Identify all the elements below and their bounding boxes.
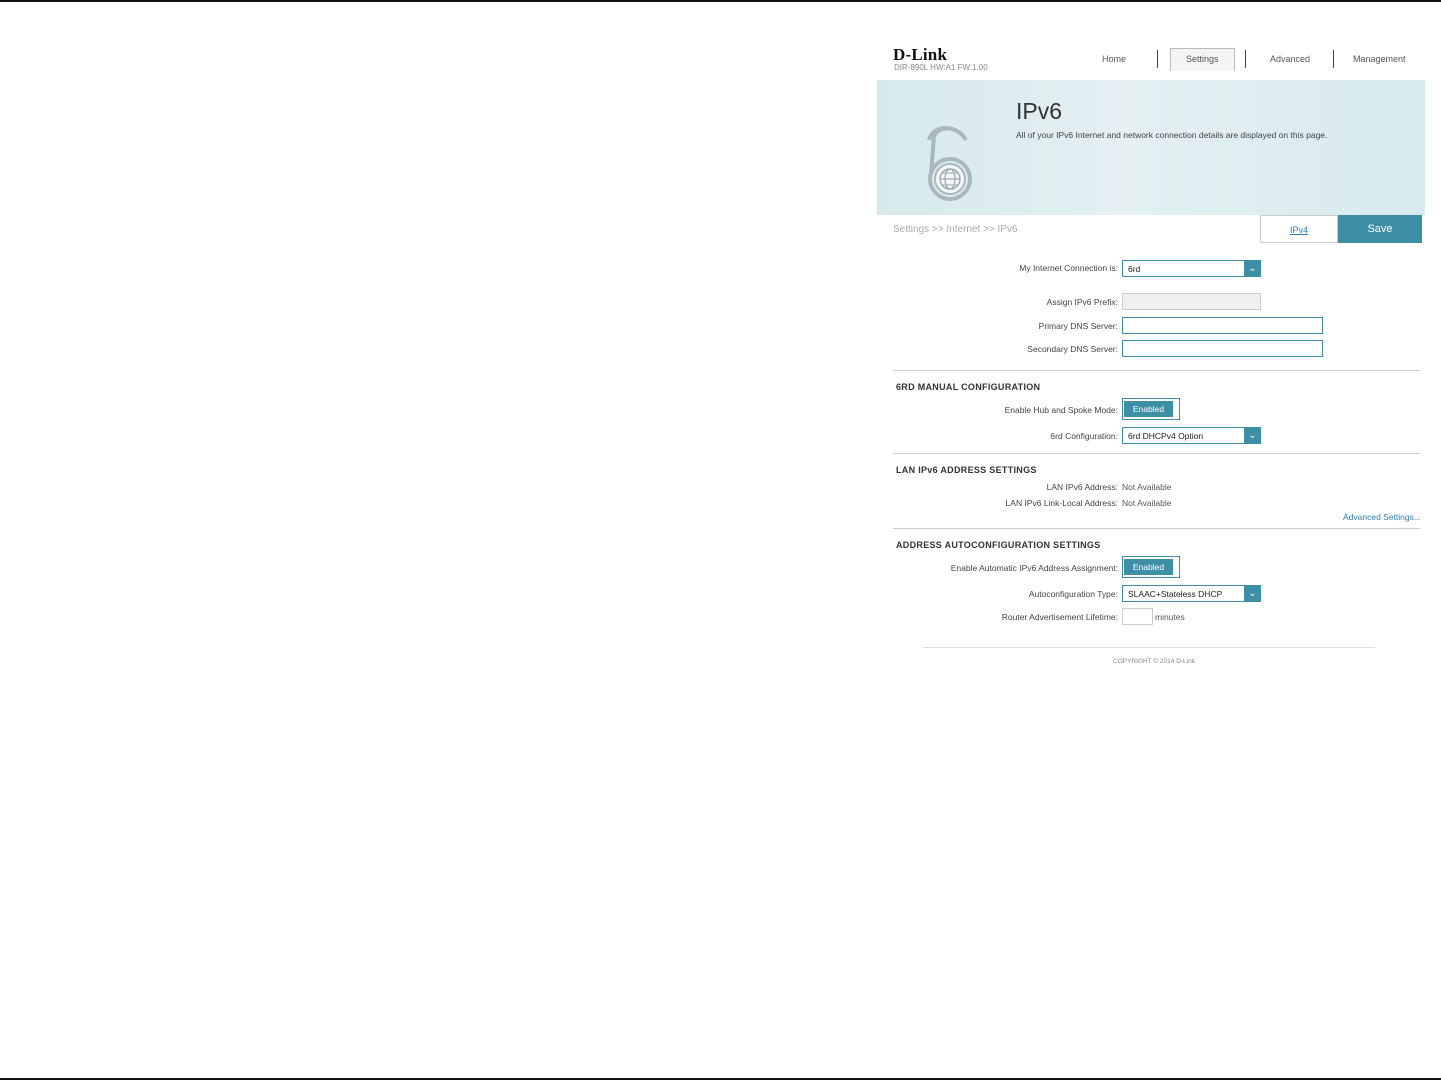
secondary-dns-input[interactable]: [1122, 340, 1323, 357]
ipv4-link-button[interactable]: IPv4: [1260, 215, 1338, 243]
ra-lifetime-input[interactable]: [1122, 608, 1153, 625]
connection-type-label: My Internet Connection is:: [1019, 263, 1118, 273]
section-divider: [893, 528, 1420, 529]
model-info: DIR-890L HW:A1 FW:1.00: [894, 63, 988, 72]
ra-lifetime-unit: minutes: [1155, 612, 1185, 622]
section-title-6rd: 6RD MANUAL CONFIGURATION: [896, 382, 1041, 392]
hub-spoke-toggle-state: Enabled: [1124, 401, 1173, 417]
auto-assign-toggle[interactable]: Enabled: [1122, 556, 1180, 578]
copyright-footer: COPYRIGHT © 2014 D-Link: [1113, 658, 1195, 665]
autoconfig-type-label: Autoconfiguration Type:: [1028, 589, 1118, 599]
nav-settings[interactable]: Settings: [1186, 54, 1219, 64]
primary-dns-input[interactable]: [1122, 317, 1323, 334]
footer-divider: [923, 647, 1375, 648]
hub-spoke-label: Enable Hub and Spoke Mode:: [1004, 405, 1118, 415]
sixrd-config-label: 6rd Configuration:: [1050, 431, 1118, 441]
auto-assign-label: Enable Automatic IPv6 Address Assignment…: [950, 563, 1118, 573]
chevron-down-icon: ⌄: [1244, 427, 1261, 444]
advanced-settings-link[interactable]: Advanced Settings...: [1343, 512, 1421, 522]
section-title-lan: LAN IPv6 ADDRESS SETTINGS: [896, 465, 1037, 475]
connection-type-select[interactable]: 6rd ⌄: [1122, 260, 1261, 277]
page-bottom-rule: [0, 1078, 1441, 1080]
ipv6-globe-icon: [925, 122, 975, 207]
lan-address-label: LAN IPv6 Address:: [1046, 482, 1118, 492]
primary-dns-label: Primary DNS Server:: [1038, 321, 1118, 331]
nav-home[interactable]: Home: [1102, 54, 1126, 64]
autoconfig-type-value: SLAAC+Stateless DHCP: [1128, 589, 1223, 599]
lan-linklocal-value: Not Available: [1122, 498, 1172, 508]
dlink-logo: D-Link: [893, 45, 948, 64]
lan-linklocal-label: LAN IPv6 Link-Local Address:: [1005, 498, 1118, 508]
page-banner: IPv6 All of your IPv6 Internet and netwo…: [877, 80, 1425, 215]
secondary-dns-label: Secondary DNS Server:: [1027, 344, 1118, 354]
section-divider: [893, 453, 1420, 454]
section-divider: [893, 370, 1420, 371]
page-description: All of your IPv6 Internet and network co…: [1016, 130, 1328, 140]
nav-advanced[interactable]: Advanced: [1270, 54, 1310, 64]
assign-prefix-label: Assign IPv6 Prefix:: [1046, 297, 1118, 307]
ra-lifetime-label: Router Advertisement Lifetime:: [1001, 612, 1118, 622]
page-title: IPv6: [1016, 98, 1063, 124]
assign-prefix-field: [1122, 293, 1261, 310]
breadcrumb-bar: Settings >> Internet >> IPv6 IPv4 Save: [877, 215, 1425, 243]
sixrd-config-select[interactable]: 6rd DHCPv4 Option ⌄: [1122, 427, 1261, 444]
breadcrumb: Settings >> Internet >> IPv6: [893, 224, 1018, 235]
section-title-autoconfig: ADDRESS AUTOCONFIGURATION SETTINGS: [896, 540, 1101, 550]
nav-management[interactable]: Management: [1353, 54, 1406, 64]
auto-assign-toggle-state: Enabled: [1124, 559, 1173, 575]
nav-separator: [1157, 50, 1158, 68]
nav-separator: [1333, 50, 1334, 68]
autoconfig-type-select[interactable]: SLAAC+Stateless DHCP ⌄: [1122, 585, 1261, 602]
lan-address-value: Not Available: [1122, 482, 1172, 492]
save-button[interactable]: Save: [1338, 215, 1422, 243]
hub-spoke-toggle[interactable]: Enabled: [1122, 398, 1180, 420]
chevron-down-icon: ⌄: [1244, 260, 1261, 277]
nav-separator: [1245, 50, 1246, 68]
router-ui-window: D-Link DIR-890L HW:A1 FW:1.00 Home Setti…: [877, 36, 1425, 686]
sixrd-config-value: 6rd DHCPv4 Option: [1128, 431, 1204, 441]
chevron-down-icon: ⌄: [1244, 585, 1261, 602]
connection-type-value: 6rd: [1128, 264, 1141, 274]
page-top-rule: [0, 0, 1441, 2]
